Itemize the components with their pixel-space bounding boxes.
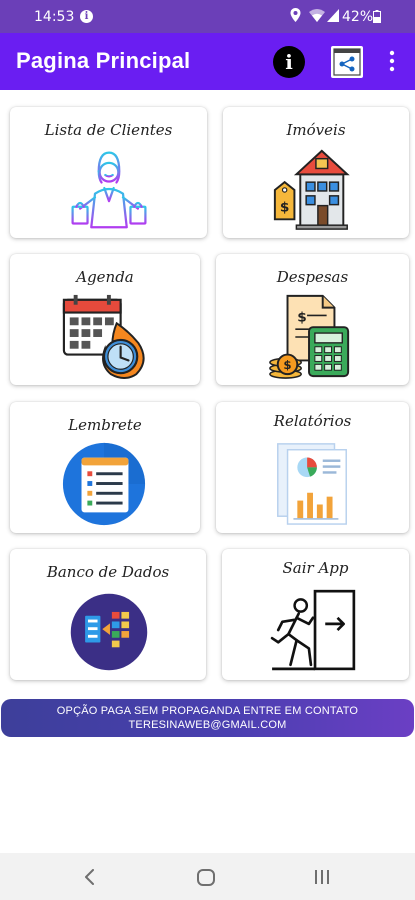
wifi-icon bbox=[309, 9, 325, 22]
card-label: Lista de Clientes bbox=[44, 121, 173, 139]
card-label: Agenda bbox=[76, 268, 134, 286]
report-chart-icon bbox=[277, 443, 347, 525]
system-nav-bar bbox=[0, 853, 415, 900]
svg-text:$: $ bbox=[297, 309, 307, 325]
notification-icon: i bbox=[80, 10, 93, 23]
card-label: Despesas bbox=[276, 268, 349, 286]
svg-text:$: $ bbox=[280, 199, 290, 215]
page-title: Pagina Principal bbox=[16, 48, 191, 73]
card-banco-de-dados[interactable]: Banco de Dados bbox=[10, 549, 206, 680]
share-icon bbox=[333, 48, 361, 76]
bill-calculator-icon: $ $ bbox=[269, 294, 350, 379]
checklist-icon bbox=[62, 442, 146, 526]
banner-line-1: OPÇÃO PAGA SEM PROPAGANDA ENTRE EM CONTA… bbox=[56, 705, 359, 717]
svg-text:$: $ bbox=[283, 358, 291, 372]
app-bar: Pagina Principal i bbox=[0, 33, 415, 90]
card-sair-app[interactable]: Sair App bbox=[222, 549, 409, 680]
building-price-icon: $ bbox=[273, 149, 350, 230]
back-icon[interactable] bbox=[82, 869, 96, 885]
banner-email: TERESINAWEB@GMAIL.COM bbox=[128, 719, 287, 731]
customer-shopping-icon bbox=[71, 151, 147, 229]
recents-icon[interactable] bbox=[313, 870, 331, 884]
card-lista-de-clientes[interactable]: Lista de Clientes bbox=[10, 107, 207, 238]
battery-icon bbox=[373, 10, 381, 23]
battery-percent: 42% bbox=[342, 9, 374, 25]
card-imoveis[interactable]: Imóveis $ bbox=[223, 107, 409, 238]
exit-running-icon bbox=[270, 589, 356, 671]
card-lembrete[interactable]: Lembrete bbox=[10, 402, 200, 533]
info-icon: i bbox=[285, 50, 293, 74]
card-relatorios[interactable]: Relatórios bbox=[216, 402, 409, 533]
signal-icon bbox=[327, 9, 339, 22]
card-despesas[interactable]: Despesas $ $ bbox=[216, 254, 409, 385]
card-label: Banco de Dados bbox=[46, 563, 170, 581]
promo-banner[interactable]: OPÇÃO PAGA SEM PROPAGANDA ENTRE EM CONTA… bbox=[1, 699, 414, 737]
calendar-clock-icon bbox=[62, 294, 145, 380]
home-icon[interactable] bbox=[197, 869, 215, 886]
status-time: 14:53 bbox=[34, 9, 75, 25]
card-label: Relatórios bbox=[273, 412, 352, 430]
info-button[interactable]: i bbox=[273, 46, 305, 78]
card-label: Lembrete bbox=[68, 416, 142, 434]
overflow-menu-icon[interactable] bbox=[386, 50, 398, 72]
card-label: Imóveis bbox=[286, 121, 346, 139]
card-agenda[interactable]: Agenda bbox=[10, 254, 200, 385]
card-label: Sair App bbox=[282, 559, 349, 577]
location-icon bbox=[290, 8, 301, 22]
share-button[interactable] bbox=[331, 46, 363, 78]
database-transfer-icon bbox=[70, 593, 148, 671]
status-bar: 14:53 i 42% bbox=[0, 0, 415, 33]
